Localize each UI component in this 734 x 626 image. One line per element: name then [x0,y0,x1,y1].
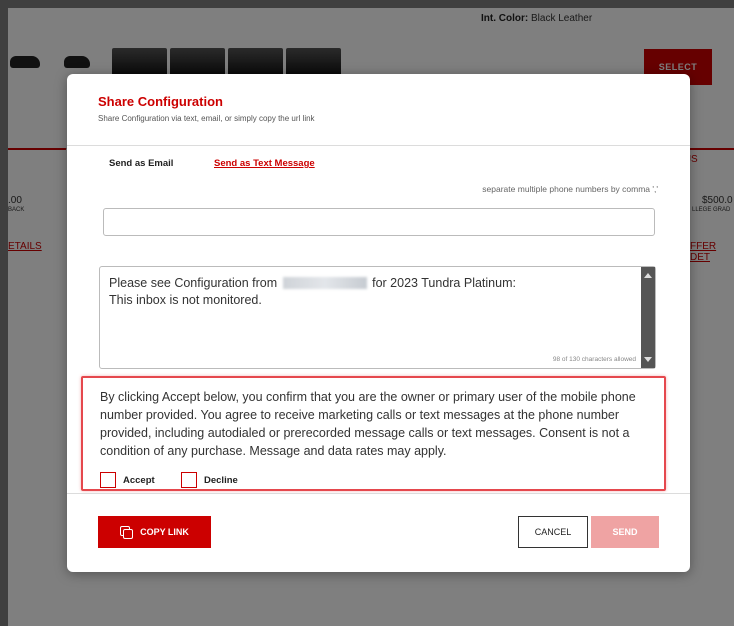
message-line-1: Please see Configuration from for 2023 T… [109,276,516,290]
tab-send-text[interactable]: Send as Text Message [214,158,315,169]
decline-label[interactable]: Decline [204,475,238,486]
scroll-up-arrow-icon[interactable] [644,273,652,278]
cancel-button[interactable]: CANCEL [518,516,588,548]
message-line-2: This inbox is not monitored. [109,293,262,307]
modal-title: Share Configuration [98,94,223,109]
copy-icon [120,526,134,539]
redacted-dealer-name [282,277,367,289]
consent-text: By clicking Accept below, you confirm th… [100,390,636,458]
accept-checkbox-box[interactable] [100,472,116,488]
share-configuration-modal: Share Configuration Share Configuration … [67,74,690,572]
phone-input[interactable] [103,208,655,236]
divider [67,493,690,494]
textarea-scrollbar[interactable] [641,267,655,368]
tab-send-email[interactable]: Send as Email [109,158,173,169]
decline-checkbox[interactable]: Decline [181,472,238,488]
accept-label[interactable]: Accept [123,475,155,486]
copy-link-button[interactable]: COPY LINK [98,516,211,548]
divider [67,145,690,146]
message-textarea[interactable]: Please see Configuration from for 2023 T… [99,266,656,369]
decline-checkbox-box[interactable] [181,472,197,488]
phone-hint: separate multiple phone numbers by comma… [482,184,658,194]
character-counter: 98 of 130 characters allowed [552,356,636,363]
send-button[interactable]: SEND [591,516,659,548]
modal-subtitle: Share Configuration via text, email, or … [98,114,315,123]
scroll-down-arrow-icon[interactable] [644,357,652,362]
consent-box: By clicking Accept below, you confirm th… [81,376,666,491]
accept-checkbox[interactable]: Accept [100,472,155,488]
